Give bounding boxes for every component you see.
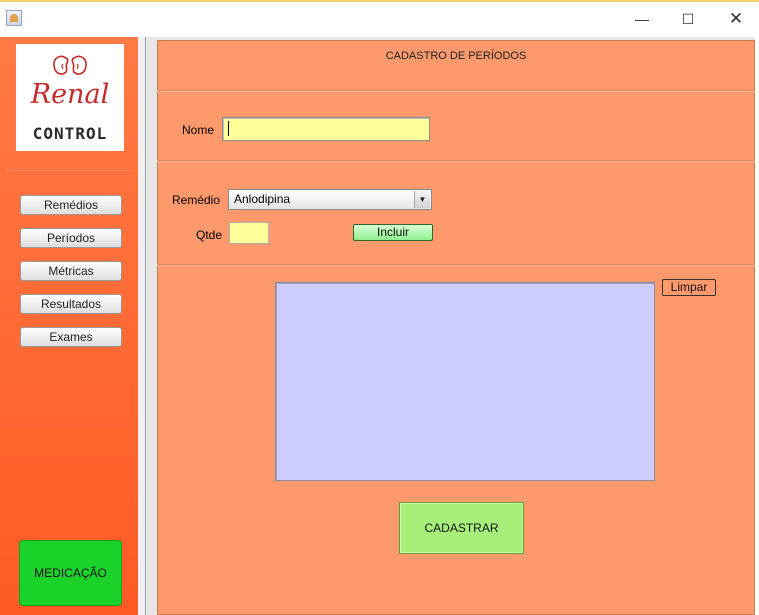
periodos-list[interactable] xyxy=(275,282,655,481)
remedio-label: Remédio xyxy=(172,193,221,207)
close-button[interactable]: ✕ xyxy=(714,6,758,32)
separator xyxy=(157,160,755,162)
separator xyxy=(157,264,755,266)
remedio-select[interactable]: Anlodipina xyxy=(228,189,432,210)
maximize-button[interactable]: ☐ xyxy=(666,6,710,32)
logo-renal-text: Renal xyxy=(30,79,110,110)
qtde-input[interactable] xyxy=(229,222,269,244)
kidneys-icon xyxy=(53,55,87,75)
text-caret xyxy=(228,121,229,136)
periodos-button[interactable]: Períodos xyxy=(20,228,122,248)
page-title: CADASTRO DE PERÍODOS xyxy=(385,50,527,62)
nome-label: Nome xyxy=(182,123,215,137)
sidebar-separator xyxy=(6,170,132,171)
exames-button[interactable]: Exames xyxy=(20,327,122,347)
separator xyxy=(157,90,755,92)
remedios-button[interactable]: Remédios xyxy=(20,195,122,215)
medicacao-button[interactable]: MEDICAÇÃO xyxy=(19,540,122,606)
cadastrar-button[interactable]: CADASTRAR xyxy=(399,502,524,554)
incluir-button[interactable]: Incluir xyxy=(353,224,433,241)
split-divider[interactable] xyxy=(138,37,145,615)
logo: Renal CONTROL xyxy=(16,44,124,151)
dropdown-arrow-icon[interactable]: ▼ xyxy=(414,191,430,208)
nome-input[interactable] xyxy=(222,117,430,141)
metricas-button[interactable]: Métricas xyxy=(20,261,122,281)
java-icon xyxy=(6,10,22,26)
minimize-button[interactable]: — xyxy=(620,6,664,32)
qtde-label: Qtde xyxy=(196,228,223,242)
resultados-button[interactable]: Resultados xyxy=(20,294,122,314)
limpar-button[interactable]: Limpar xyxy=(662,279,716,296)
logo-control-text: CONTROL xyxy=(32,124,108,143)
